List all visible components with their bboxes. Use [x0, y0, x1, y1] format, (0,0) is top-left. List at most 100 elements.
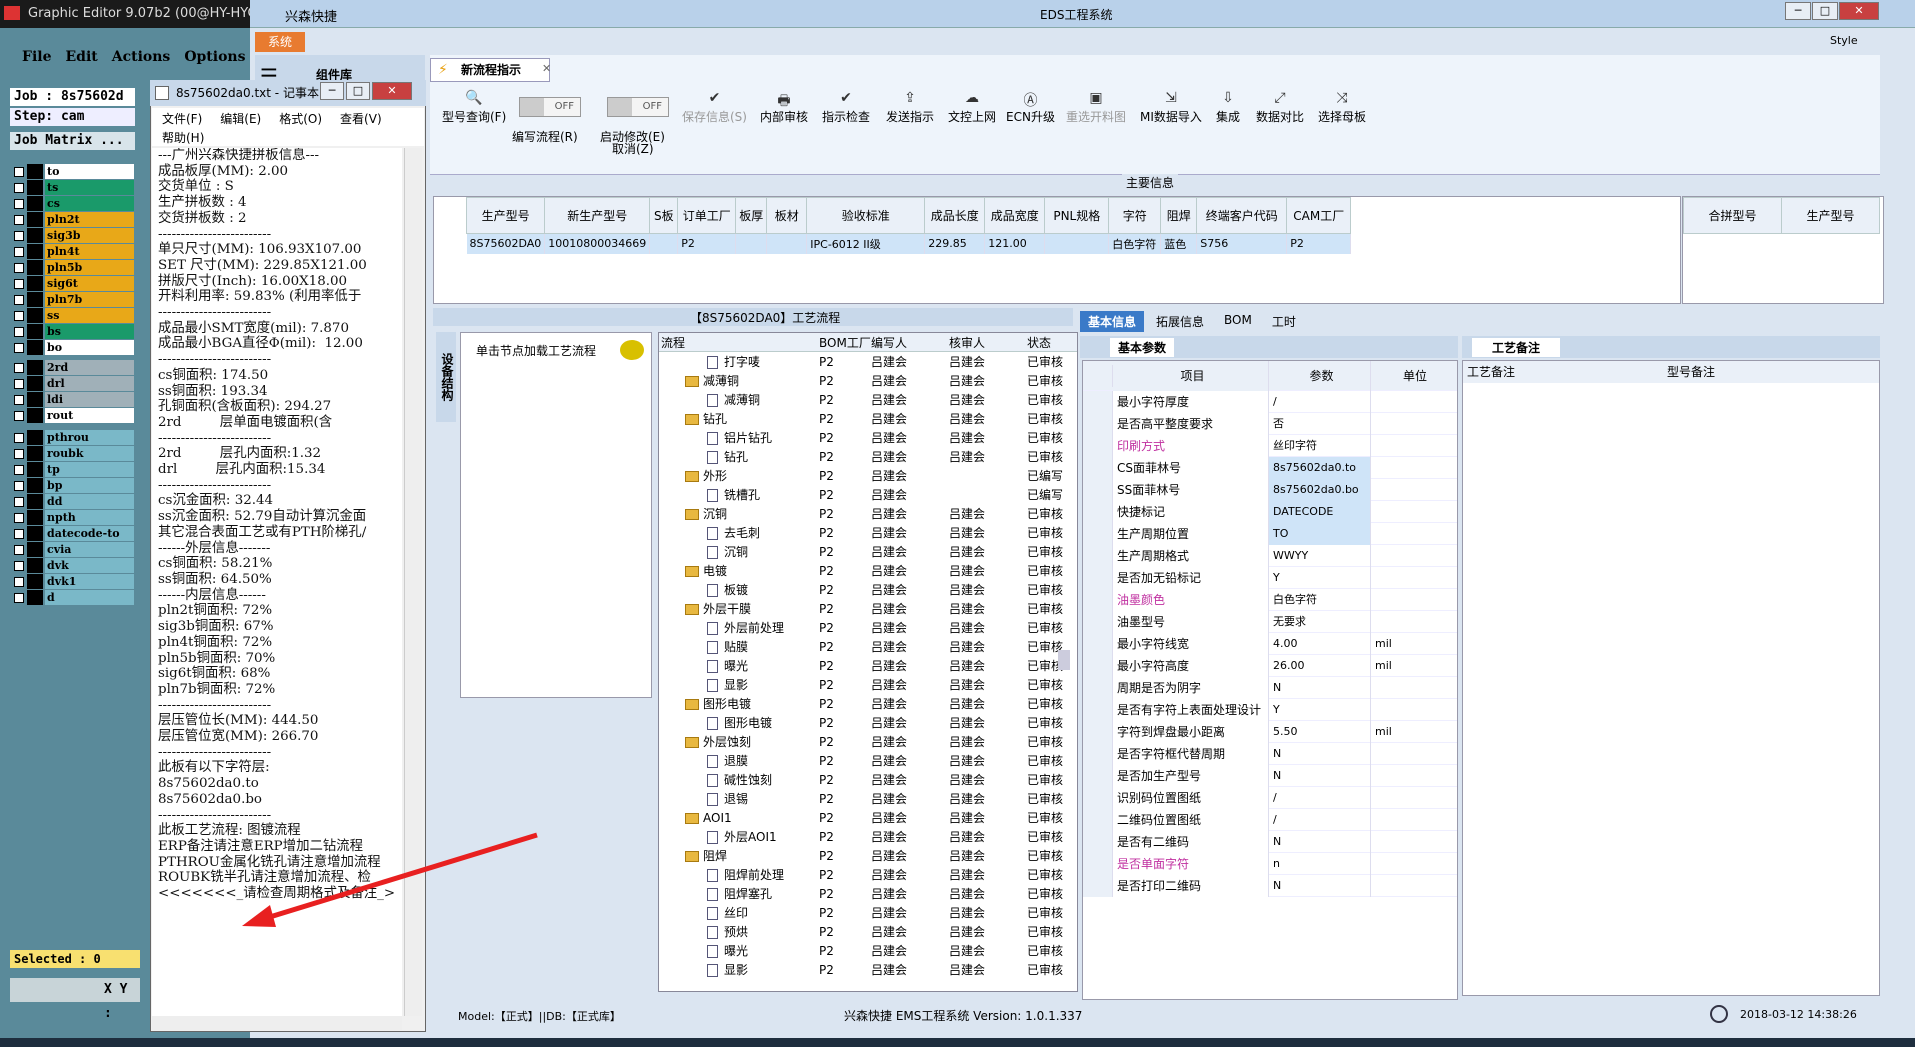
prop-value[interactable]: 8s75602da0.to — [1269, 456, 1371, 479]
maximize-button[interactable]: □ — [1812, 2, 1838, 20]
tree-node[interactable]: 钻孔 — [659, 448, 819, 465]
grid-cell[interactable]: IPC-6012 II级 — [806, 233, 926, 254]
grid-cell[interactable]: P2 — [677, 233, 737, 254]
row-selector[interactable] — [1083, 742, 1113, 765]
notepad-minimize-button[interactable]: ─ — [320, 82, 344, 100]
tree-row[interactable]: 丝印 P2 吕建会 吕建会 已审核 — [659, 903, 1077, 922]
grid-cell[interactable]: 蓝色 — [1160, 233, 1198, 254]
row-selector[interactable] — [1083, 544, 1113, 567]
tree-node[interactable]: 阻焊 — [659, 847, 819, 864]
layer-checkbox[interactable] — [14, 560, 24, 571]
tree-row[interactable]: 图形电镀 P2 吕建会 吕建会 已审核 — [659, 713, 1077, 732]
notepad-menu-edit[interactable]: 编辑(E) — [220, 110, 261, 127]
prop-row[interactable]: 快捷标记 DATECODE — [1083, 500, 1457, 523]
prop-value[interactable]: / — [1269, 390, 1371, 413]
row-selector[interactable] — [1083, 632, 1113, 655]
prop-row[interactable]: 是否打印二维码 N — [1083, 874, 1457, 897]
prop-value[interactable]: N — [1269, 830, 1371, 853]
prop-row[interactable]: 生产周期位置 TO — [1083, 522, 1457, 545]
tree-row[interactable]: 外层AOI1 P2 吕建会 吕建会 已审核 — [659, 827, 1077, 846]
tree-node[interactable]: 图形电镀 — [659, 695, 819, 712]
grid-cell[interactable]: S756 — [1196, 233, 1288, 254]
prop-value[interactable]: TO — [1269, 522, 1371, 545]
prop-row[interactable]: 是否有字符上表面处理设计 Y — [1083, 698, 1457, 721]
tree-row[interactable]: 外层前处理 P2 吕建会 吕建会 已审核 — [659, 618, 1077, 637]
row-selector[interactable] — [1083, 720, 1113, 743]
tree-row[interactable]: 曝光 P2 吕建会 吕建会 已审核 — [659, 941, 1077, 960]
row-selector[interactable] — [1083, 434, 1113, 457]
grid-cell[interactable]: P2 — [1286, 233, 1352, 254]
prop-value[interactable]: 8s75602da0.bo — [1269, 478, 1371, 501]
row-selector[interactable] — [1083, 830, 1113, 853]
grid-header[interactable]: PNL规格 — [1044, 197, 1110, 234]
prop-value[interactable]: N — [1269, 764, 1371, 787]
edit-flow-toggle[interactable]: OFF — [519, 97, 581, 117]
tree-node[interactable]: 丝印 — [659, 904, 819, 921]
layer-row[interactable]: tp — [14, 462, 134, 477]
tree-row[interactable]: 曝光 P2 吕建会 吕建会 已审核 — [659, 656, 1077, 675]
notepad-menu-help[interactable]: 帮助(H) — [162, 129, 204, 146]
side-nav-tab[interactable]: 设备结构 — [436, 332, 456, 422]
layer-row[interactable]: datecode-to — [14, 526, 134, 541]
layer-checkbox[interactable] — [14, 394, 24, 405]
info-tab[interactable]: 工时 — [1264, 311, 1304, 332]
tab-new-process[interactable]: 新流程指示 — [430, 58, 550, 82]
layer-checkbox[interactable] — [14, 512, 24, 523]
notepad-menu-format[interactable]: 格式(O) — [279, 110, 322, 127]
toolbar-button[interactable]: ✔ 指示检查 — [822, 90, 870, 150]
layer-row[interactable]: dvk — [14, 558, 134, 573]
toolbar-button[interactable]: ⇩ 集成 — [1216, 90, 1240, 150]
tree-node[interactable]: 贴膜 — [659, 638, 819, 655]
grid-header[interactable]: 成品长度 — [924, 197, 986, 234]
prop-value[interactable]: / — [1269, 808, 1371, 831]
row-selector[interactable] — [1083, 764, 1113, 787]
tab-close-icon[interactable]: ✕ — [542, 62, 551, 75]
layer-checkbox[interactable] — [14, 182, 24, 193]
layer-checkbox[interactable] — [14, 198, 24, 209]
prop-value[interactable]: Y — [1269, 566, 1371, 589]
prop-row[interactable]: 是否加无铅标记 Y — [1083, 566, 1457, 589]
prop-row[interactable]: 是否有二维码 N — [1083, 830, 1457, 853]
prop-value[interactable]: / — [1269, 786, 1371, 809]
row-selector[interactable] — [1083, 808, 1113, 831]
tree-node[interactable]: 退锡 — [659, 790, 819, 807]
notepad-close-button[interactable]: ✕ — [372, 82, 412, 100]
grid-header[interactable]: 订单工厂 — [677, 197, 737, 234]
tree-node[interactable]: 沉铜 — [659, 543, 819, 560]
grid-header[interactable]: 板材 — [766, 197, 808, 234]
tree-row[interactable]: 贴膜 P2 吕建会 吕建会 已审核 — [659, 637, 1077, 656]
grid-header[interactable]: 验收标准 — [806, 197, 926, 234]
layer-row[interactable]: sig6t — [14, 276, 134, 291]
layer-row[interactable]: pthrou — [14, 430, 134, 445]
edit-enable-toggle[interactable]: OFF — [607, 97, 669, 117]
layer-checkbox[interactable] — [14, 326, 24, 337]
layer-row[interactable]: bo — [14, 340, 134, 355]
toolbar-button[interactable]: Ⓐ ECN升级 — [1006, 90, 1055, 150]
chat-icon[interactable] — [620, 340, 644, 360]
notepad-menu-view[interactable]: 查看(V) — [340, 110, 382, 127]
tree-row[interactable]: 外形 P2 吕建会 已编写 — [659, 466, 1077, 485]
prop-row[interactable]: 生产周期格式 WWYY — [1083, 544, 1457, 567]
prop-row[interactable]: 油墨颜色 白色字符 — [1083, 588, 1457, 611]
toolbar-button[interactable]: ✔ 保存信息(S) — [682, 90, 747, 150]
layer-checkbox[interactable] — [14, 378, 24, 389]
tree-row[interactable]: 显影 P2 吕建会 吕建会 已审核 — [659, 675, 1077, 694]
layer-checkbox[interactable] — [14, 166, 24, 177]
toolbar-button[interactable]: ⇲ MI数据导入 — [1140, 90, 1202, 150]
toolbar-button[interactable]: 🔍 型号查询(F) — [442, 90, 506, 150]
prop-row[interactable]: 字符到焊盘最小距离 5.50 mil — [1083, 720, 1457, 743]
layer-row[interactable]: pln2t — [14, 212, 134, 227]
prop-value[interactable]: DATECODE — [1269, 500, 1371, 523]
tree-row[interactable]: 钻孔 P2 吕建会 吕建会 已审核 — [659, 409, 1077, 428]
grid-cell[interactable]: 白色字符 — [1108, 233, 1162, 254]
tree-row[interactable]: 退锡 P2 吕建会 吕建会 已审核 — [659, 789, 1077, 808]
toolbar-button[interactable]: ☁ 文控上网 — [948, 90, 996, 150]
info-tab[interactable]: 基本信息 — [1080, 311, 1145, 332]
notepad-menu-file[interactable]: 文件(F) — [162, 110, 202, 127]
layer-checkbox[interactable] — [14, 448, 24, 459]
tree-node[interactable]: 显影 — [659, 676, 819, 693]
layer-checkbox[interactable] — [14, 410, 24, 421]
grid-cell[interactable]: 10010800034669 — [544, 233, 651, 254]
layer-checkbox[interactable] — [14, 544, 24, 555]
tree-row[interactable]: 预烘 P2 吕建会 吕建会 已审核 — [659, 922, 1077, 941]
